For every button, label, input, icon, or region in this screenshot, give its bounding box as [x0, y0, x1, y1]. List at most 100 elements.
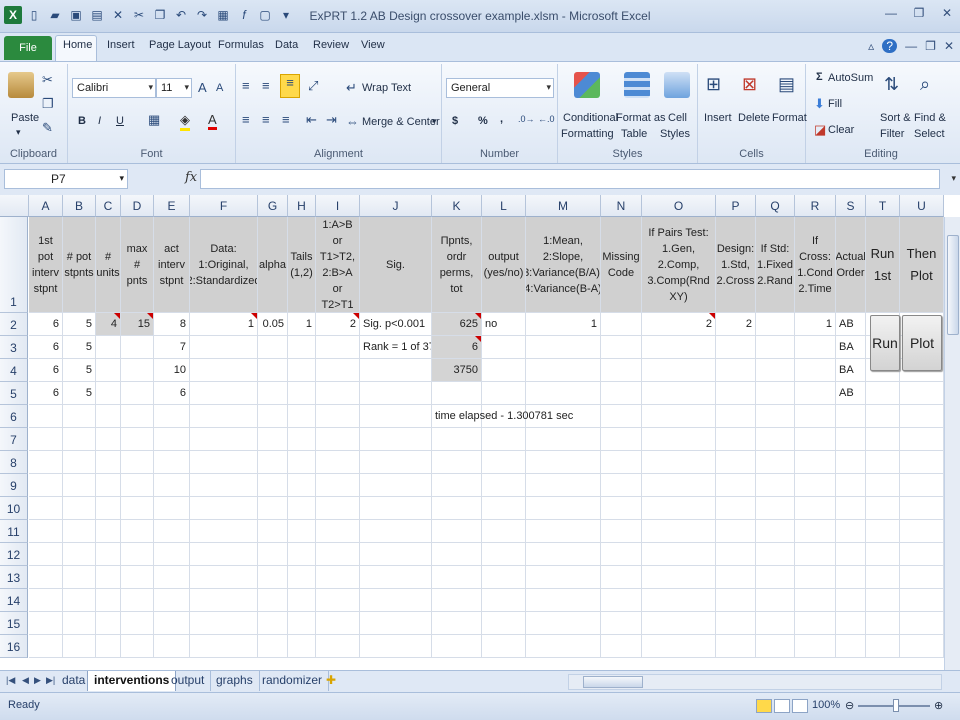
- cell-b13[interactable]: [63, 566, 96, 589]
- cell-f7[interactable]: [190, 428, 258, 451]
- column-header-F[interactable]: F: [190, 195, 258, 217]
- cell-q1[interactable]: If Std: 1.Fixed 2.Rand: [756, 217, 795, 313]
- cell-n7[interactable]: [601, 428, 642, 451]
- cell-s15[interactable]: [836, 612, 866, 635]
- cell-m8[interactable]: [526, 451, 601, 474]
- cell-a4[interactable]: 6: [29, 359, 63, 382]
- cell-n16[interactable]: [601, 635, 642, 658]
- cell-l11[interactable]: [482, 520, 526, 543]
- font-color-icon[interactable]: A: [208, 112, 217, 130]
- find-select-label2[interactable]: Select: [914, 128, 945, 140]
- cell-l10[interactable]: [482, 497, 526, 520]
- cell-p3[interactable]: [716, 336, 756, 359]
- cell-d9[interactable]: [121, 474, 154, 497]
- cell-a13[interactable]: [29, 566, 63, 589]
- row-header-6[interactable]: 6: [0, 405, 28, 428]
- cell-l3[interactable]: [482, 336, 526, 359]
- paste-big-icon[interactable]: [8, 72, 34, 98]
- delete-cells-icon[interactable]: ⊠: [742, 74, 757, 95]
- cell-m2[interactable]: 1: [526, 313, 601, 336]
- cell-o4[interactable]: [642, 359, 716, 382]
- cell-n10[interactable]: [601, 497, 642, 520]
- wrap-text-icon[interactable]: ↵: [346, 80, 357, 96]
- cell-o10[interactable]: [642, 497, 716, 520]
- cell-h16[interactable]: [288, 635, 316, 658]
- column-header-J[interactable]: J: [360, 195, 432, 217]
- cell-f2[interactable]: 1: [190, 313, 258, 336]
- zoom-slider-knob[interactable]: [893, 699, 899, 712]
- cell-u5[interactable]: [900, 382, 944, 405]
- wrap-text-button[interactable]: Wrap Text: [362, 82, 411, 94]
- cell-b1[interactable]: # pot stpnts: [63, 217, 96, 313]
- cell-j1[interactable]: Sig.: [360, 217, 432, 313]
- italic-button[interactable]: I: [98, 115, 101, 127]
- cell-a2[interactable]: 6: [29, 313, 63, 336]
- cell-c3[interactable]: [96, 336, 121, 359]
- cell-h14[interactable]: [288, 589, 316, 612]
- number-format-combo[interactable]: General: [446, 78, 554, 98]
- minimize-icon[interactable]: —: [882, 6, 900, 22]
- cell-styles-label1[interactable]: Cell: [668, 112, 687, 124]
- percent-button[interactable]: %: [478, 115, 488, 127]
- column-header-S[interactable]: S: [836, 195, 866, 217]
- cell-p10[interactable]: [716, 497, 756, 520]
- clear-button[interactable]: Clear: [828, 124, 854, 136]
- cell-u1[interactable]: Then Plot: [900, 217, 944, 313]
- cell-f14[interactable]: [190, 589, 258, 612]
- row-header-8[interactable]: 8: [0, 451, 28, 474]
- cell-n3[interactable]: [601, 336, 642, 359]
- decrease-indent-icon[interactable]: ⇤: [306, 112, 317, 128]
- cell-m15[interactable]: [526, 612, 601, 635]
- cell-h1[interactable]: Tails (1,2): [288, 217, 316, 313]
- cell-u7[interactable]: [900, 428, 944, 451]
- cell-g5[interactable]: [258, 382, 288, 405]
- column-header-H[interactable]: H: [288, 195, 316, 217]
- increase-indent-icon[interactable]: ⇥: [326, 112, 337, 128]
- cell-r8[interactable]: [795, 451, 836, 474]
- cell-l5[interactable]: [482, 382, 526, 405]
- insert-function-button[interactable]: fx: [185, 170, 197, 185]
- cell-s1[interactable]: Actual Order: [836, 217, 866, 313]
- cell-m13[interactable]: [526, 566, 601, 589]
- cell-j16[interactable]: [360, 635, 432, 658]
- cell-p4[interactable]: [716, 359, 756, 382]
- cell-i8[interactable]: [316, 451, 360, 474]
- cell-k4[interactable]: 3750: [432, 359, 482, 382]
- cell-m12[interactable]: [526, 543, 601, 566]
- cell-k10[interactable]: [432, 497, 482, 520]
- cell-e11[interactable]: [154, 520, 190, 543]
- cell-f10[interactable]: [190, 497, 258, 520]
- cell-k7[interactable]: [432, 428, 482, 451]
- find-select-label1[interactable]: Find &: [914, 112, 946, 124]
- cell-u14[interactable]: [900, 589, 944, 612]
- cell-a8[interactable]: [29, 451, 63, 474]
- cell-j9[interactable]: [360, 474, 432, 497]
- minimize-ribbon-icon[interactable]: ▵: [868, 39, 874, 53]
- cell-m1[interactable]: 1:Mean, 2:Slope, 3:Variance(B/A), 4:Vari…: [526, 217, 601, 313]
- cell-g4[interactable]: [258, 359, 288, 382]
- cell-l4[interactable]: [482, 359, 526, 382]
- cell-h4[interactable]: [288, 359, 316, 382]
- cell-r16[interactable]: [795, 635, 836, 658]
- cell-s8[interactable]: [836, 451, 866, 474]
- cell-e7[interactable]: [154, 428, 190, 451]
- cell-m7[interactable]: [526, 428, 601, 451]
- cell-m16[interactable]: [526, 635, 601, 658]
- cell-l8[interactable]: [482, 451, 526, 474]
- cell-j11[interactable]: [360, 520, 432, 543]
- expand-formula-bar-icon[interactable]: ▾: [951, 173, 956, 184]
- column-header-I[interactable]: I: [316, 195, 360, 217]
- cell-e5[interactable]: 6: [154, 382, 190, 405]
- cell-j15[interactable]: [360, 612, 432, 635]
- borders-icon[interactable]: ▦: [148, 112, 160, 128]
- cell-p11[interactable]: [716, 520, 756, 543]
- cell-t13[interactable]: [866, 566, 900, 589]
- column-header-T[interactable]: T: [866, 195, 900, 217]
- cell-k12[interactable]: [432, 543, 482, 566]
- cell-h9[interactable]: [288, 474, 316, 497]
- cell-p6[interactable]: [716, 405, 756, 428]
- align-left-icon[interactable]: ≡: [242, 112, 250, 127]
- cell-c8[interactable]: [96, 451, 121, 474]
- currency-button[interactable]: $: [452, 115, 458, 127]
- cell-p15[interactable]: [716, 612, 756, 635]
